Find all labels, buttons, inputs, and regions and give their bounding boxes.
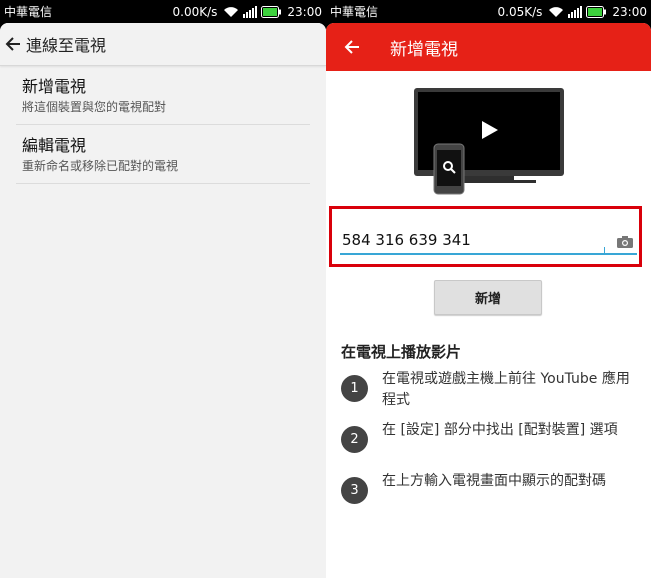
tv-illustration <box>326 88 651 198</box>
step-number: 2 <box>341 426 368 453</box>
phone-search-icon <box>433 143 465 195</box>
step-item: 2 在 [設定] 部分中找出 [配對裝置] 選項 <box>341 420 641 453</box>
signal-icon <box>243 5 258 18</box>
page-title: 新增電視 <box>390 39 458 60</box>
pair-code-field <box>340 229 637 255</box>
menu-item-subtitle: 重新命名或移除已配對的電視 <box>22 159 179 173</box>
step-text: 在上方輸入電視畫面中顯示的配對碼 <box>382 473 606 489</box>
menu-item-edit-tv[interactable]: 編輯電視 重新命名或移除已配對的電視 <box>16 125 310 184</box>
step-item: 3 在上方輸入電視畫面中顯示的配對碼 <box>341 471 641 504</box>
camera-icon[interactable] <box>615 231 635 253</box>
app-bar: 新增電視 <box>326 23 651 71</box>
wifi-icon <box>548 6 564 18</box>
tv-icon <box>414 88 564 195</box>
status-bar: 中華電信 0.05K/s 23:00 <box>326 0 651 23</box>
right-phone: 中華電信 0.05K/s 23:00 新增電視 584 316 639 341 … <box>326 0 651 578</box>
pair-code-input[interactable] <box>340 229 604 253</box>
clock: 23:00 <box>612 4 647 19</box>
status-bar: 中華電信 0.00K/s 23:00 <box>0 0 326 23</box>
add-tv-screen: 新增電視 584 316 639 341 新增 在電視上播放影片 1 在電視或遊… <box>326 23 651 578</box>
carrier-name: 中華電信 <box>4 5 53 19</box>
network-speed: 0.00K/s <box>172 4 218 19</box>
field-divider <box>604 247 605 253</box>
connect-tv-screen: 連線至電視 新增電視 將這個裝置與您的電視配對 編輯電視 重新命名或移除已配對的… <box>0 23 326 578</box>
carrier-name: 中華電信 <box>330 5 379 19</box>
step-item: 1 在電視或遊戲主機上前往 YouTube 應用程式 <box>341 369 641 411</box>
menu-item-add-tv[interactable]: 新增電視 將這個裝置與您的電視配對 <box>16 66 310 125</box>
step-text: 在 [設定] 部分中找出 [配對裝置] 選項 <box>382 422 618 438</box>
clock: 23:00 <box>287 4 322 19</box>
menu-item-title: 新增電視 <box>22 77 87 96</box>
app-bar: 連線至電視 <box>0 23 326 66</box>
network-speed: 0.05K/s <box>497 4 543 19</box>
battery-icon <box>261 5 282 18</box>
step-number: 3 <box>341 477 368 504</box>
back-arrow-icon[interactable] <box>2 23 24 66</box>
page-title: 連線至電視 <box>26 36 107 55</box>
menu-item-subtitle: 將這個裝置與您的電視配對 <box>22 100 167 114</box>
left-phone: 中華電信 0.00K/s 23:00 連線至電視 新增電視 將這個裝置與您的電視… <box>0 0 326 578</box>
step-text: 在電視或遊戲主機上前往 YouTube 應用程式 <box>382 371 630 408</box>
wifi-icon <box>223 6 239 18</box>
step-number: 1 <box>341 375 368 402</box>
steps-title: 在電視上播放影片 <box>341 343 462 361</box>
signal-icon <box>568 5 583 18</box>
back-arrow-icon[interactable] <box>326 23 378 71</box>
add-button[interactable]: 新增 <box>434 280 542 315</box>
menu-item-title: 編輯電視 <box>22 136 87 155</box>
battery-icon <box>586 5 607 18</box>
